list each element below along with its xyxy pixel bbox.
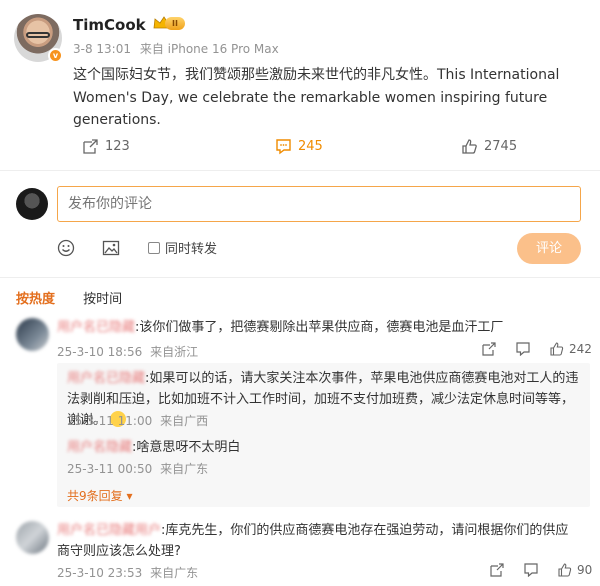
submit-comment-button[interactable]: 评论	[517, 233, 581, 264]
reply-location: 来自广西	[160, 414, 209, 428]
comment-icon	[276, 139, 291, 155]
composer-divider	[0, 277, 600, 278]
image-icon[interactable]	[102, 239, 120, 257]
comment-like-button[interactable]: 90	[558, 563, 592, 577]
repost-checkbox[interactable]: 同时转发	[148, 238, 217, 257]
repost-checkbox-label: 同时转发	[165, 242, 218, 257]
reply-date: 25-3-11 00:50	[67, 462, 153, 476]
repost-icon	[83, 139, 98, 154]
reply-icon[interactable]	[524, 563, 538, 577]
replier-name[interactable]: 用户名已隐藏	[67, 371, 145, 386]
weibo-post: v TimCook II 3-8 13:01 来自 iPhone 16 Pro …	[0, 0, 600, 170]
like-icon	[462, 139, 477, 154]
like-icon	[558, 563, 572, 577]
repost-count: 123	[105, 139, 130, 154]
commenter-name[interactable]: 用户名已隐藏	[57, 320, 135, 335]
comment-like-button[interactable]: 242	[550, 342, 592, 356]
emoji-icon[interactable]	[57, 239, 75, 257]
comment-count: 245	[298, 139, 323, 154]
post-source: 来自 iPhone 16 Pro Max	[139, 42, 279, 56]
author-username[interactable]: TimCook	[73, 16, 146, 34]
comment-input[interactable]	[57, 186, 581, 222]
sort-tabs: 按热度 按时间	[16, 288, 146, 307]
commenter-avatar[interactable]	[16, 318, 49, 351]
vip-level-badge: II	[165, 17, 185, 30]
current-user-avatar	[16, 188, 48, 220]
checkbox-box[interactable]	[148, 241, 160, 254]
comment-button[interactable]: 245	[275, 138, 323, 155]
share-icon[interactable]	[482, 342, 496, 356]
comment-meta: 25-3-10 18:56 来自浙江	[57, 343, 202, 360]
comment-location: 来自广东	[150, 566, 199, 580]
repost-button[interactable]: 123	[82, 138, 130, 155]
tab-sort-by-time[interactable]: 按时间	[83, 288, 122, 307]
share-icon[interactable]	[490, 563, 504, 577]
comment-text: :该你们做事了，把德赛剔除出苹果供应商，德赛电池是血汗工厂	[135, 320, 504, 335]
like-button[interactable]: 2745	[461, 138, 517, 155]
comment-like-count: 90	[577, 563, 593, 577]
comment-date: 25-3-10 23:53	[57, 566, 143, 580]
more-replies-link[interactable]: 共9条回复 ▾	[67, 487, 133, 504]
verified-icon: v	[48, 48, 63, 63]
like-icon	[550, 342, 564, 356]
post-actions: 123 245 2745	[0, 138, 600, 160]
replier-name[interactable]: 用户名隐藏	[67, 440, 132, 455]
more-replies-label: 共9条回复	[67, 489, 123, 503]
like-count: 2745	[484, 139, 518, 154]
reply-meta: 25-3-11 11:00 来自广西	[67, 412, 212, 429]
reply-date: 25-3-11 11:00	[67, 414, 153, 428]
reply-icon[interactable]	[516, 342, 530, 356]
avatar-glasses	[26, 32, 50, 38]
commenter-name[interactable]: 用户名已隐藏用户	[57, 523, 161, 538]
composer-toolbar: 同时转发 评论	[0, 233, 600, 264]
post-date[interactable]: 3-8 13:01	[73, 42, 131, 56]
comment-actions: 242	[482, 342, 592, 356]
tab-sort-by-hot[interactable]: 按热度	[16, 288, 55, 307]
reply-text: :啥意思呀不太明白	[132, 440, 241, 455]
comment-meta: 25-3-10 23:53 来自广东	[57, 564, 202, 581]
post-text: 这个国际妇女节，我们赞颂那些激励未来世代的非凡女性。This Internati…	[73, 67, 560, 128]
comment-like-count: 242	[569, 342, 592, 356]
reply-meta: 25-3-11 00:50 来自广东	[67, 460, 212, 477]
chevron-down-icon: ▾	[126, 489, 133, 503]
comment-actions: 90	[490, 563, 592, 577]
comment-text-line: 用户名已隐藏:该你们做事了，把德赛剔除出苹果供应商，德赛电池是血汗工厂	[57, 317, 577, 338]
reply-item: 用户名隐藏:啥意思呀不太明白	[67, 437, 582, 458]
post-divider	[0, 170, 600, 171]
comment-location: 来自浙江	[150, 345, 199, 359]
comment-text-line: 用户名已隐藏用户:库克先生，你们的供应商德赛电池存在强迫劳动，请问根据你们的供应…	[57, 520, 577, 562]
commenter-avatar[interactable]	[16, 521, 49, 554]
reply-location: 来自广东	[160, 462, 209, 476]
comment-date: 25-3-10 18:56	[57, 345, 143, 359]
reply-box: 用户名已隐藏:如果可以的话，请大家关注本次事件，苹果电池供应商德赛电池对工人的违…	[57, 363, 590, 507]
post-meta: 3-8 13:01 来自 iPhone 16 Pro Max	[73, 40, 284, 57]
